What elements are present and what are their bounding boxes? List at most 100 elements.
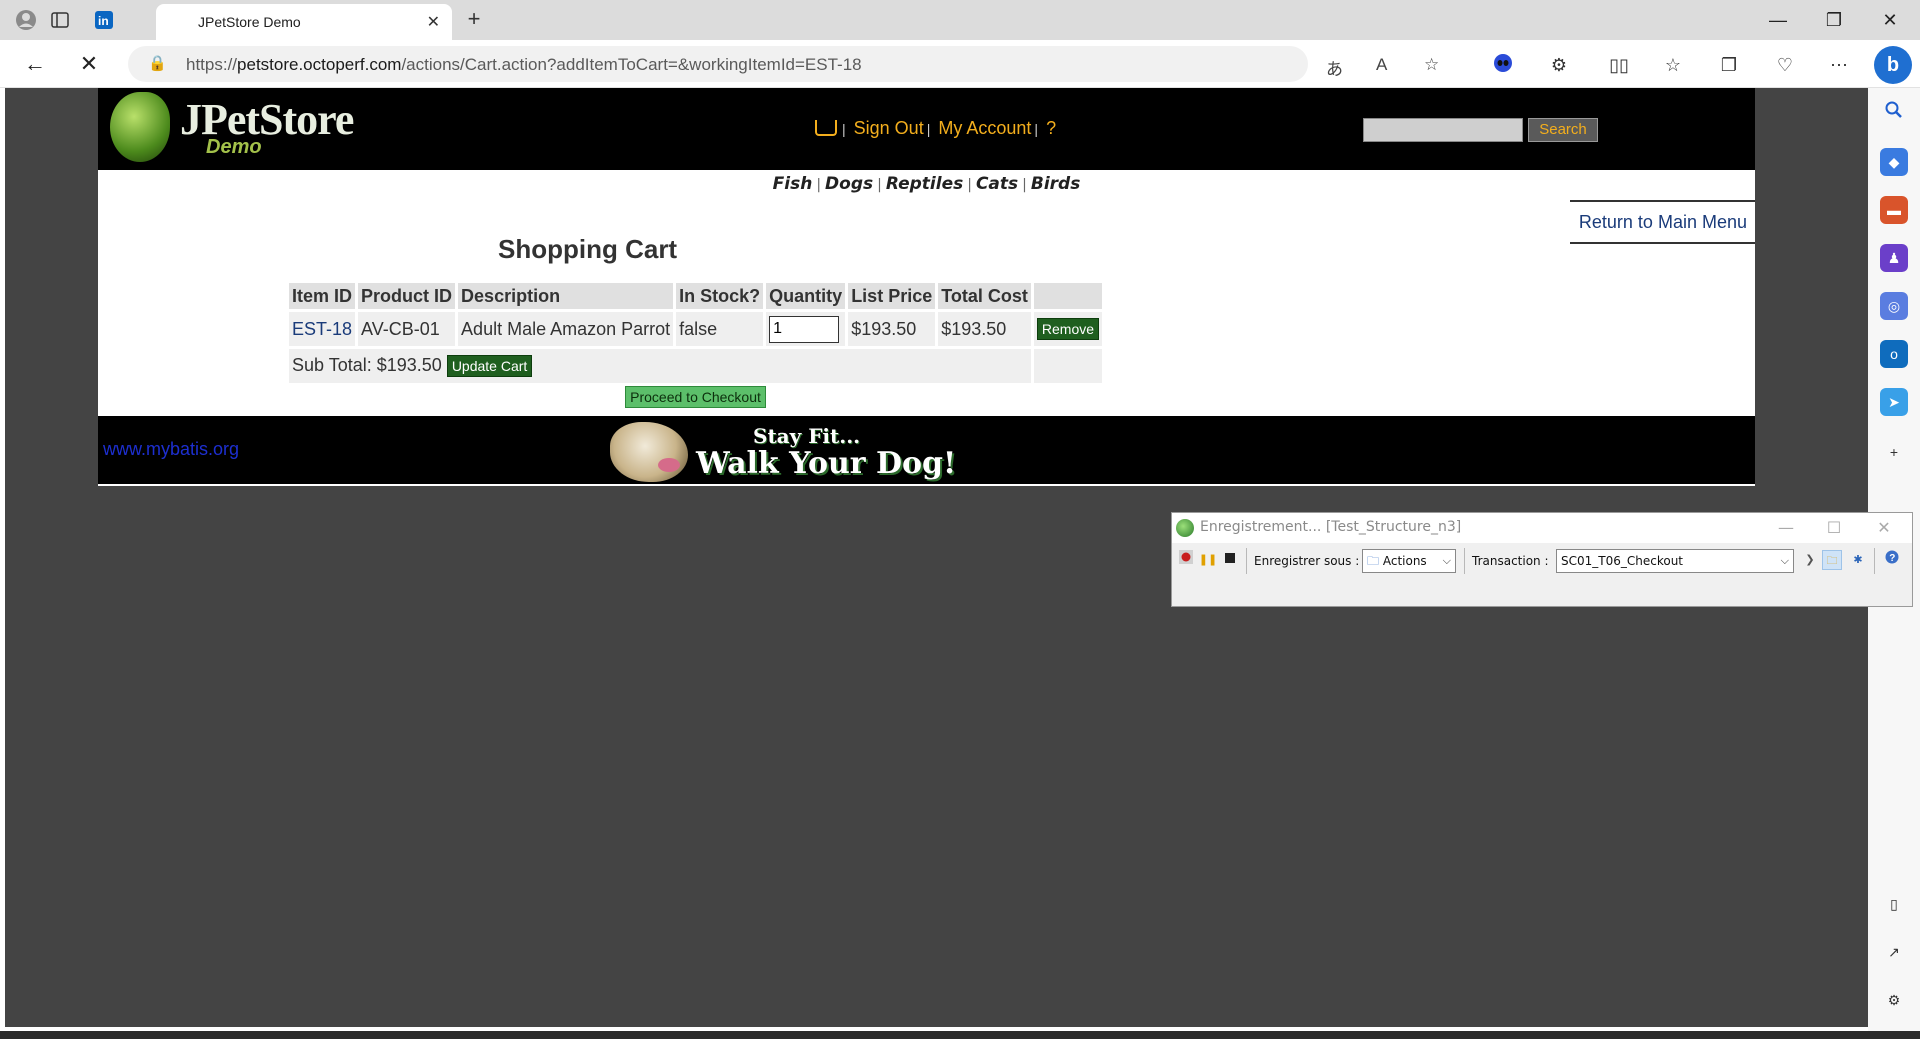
record-icon[interactable]: [1176, 550, 1196, 570]
lock-icon[interactable]: 🔒: [148, 54, 167, 72]
restore-button[interactable]: ❐: [1806, 4, 1862, 36]
dog-image: [610, 422, 688, 482]
recorder-close-button[interactable]: ✕: [1864, 515, 1904, 541]
mybatis-link[interactable]: www.mybatis.org: [103, 439, 239, 460]
recorder-maximize-button[interactable]: ☐: [1814, 515, 1854, 541]
profile-icon[interactable]: [12, 6, 40, 34]
proceed-to-checkout-button[interactable]: Proceed to Checkout: [625, 386, 766, 408]
menu-separator: |: [926, 121, 931, 137]
quicklink-separator: |: [816, 177, 822, 193]
extension-alien-icon[interactable]: [1490, 53, 1516, 79]
my-account-link[interactable]: My Account: [938, 118, 1031, 138]
save-as-select[interactable]: 🗀 Actions ⌵: [1362, 549, 1456, 573]
menu-separator: |: [1034, 121, 1039, 137]
quicklink-cats[interactable]: Cats: [974, 174, 1020, 194]
drop-send-icon[interactable]: ➤: [1880, 388, 1908, 416]
microsoft-365-icon[interactable]: ◎: [1880, 292, 1908, 320]
save-as-value: Actions: [1382, 554, 1427, 568]
item-id-cell[interactable]: EST-18: [289, 312, 356, 346]
cart-header-row: Item ID Product ID Description In Stock?…: [289, 283, 1103, 309]
recorder-window: Enregistrement... [Test_Structure_n3] — …: [1171, 512, 1913, 607]
next-transaction-icon[interactable]: ❯: [1800, 550, 1820, 570]
site-logo[interactable]: JPetStore Demo: [110, 92, 360, 166]
copilot-icon[interactable]: b: [1874, 46, 1912, 84]
table-row: EST-18 AV-CB-01 Adult Male Amazon Parrot…: [289, 312, 1103, 346]
add-sidebar-item-icon[interactable]: +: [1880, 438, 1908, 466]
logo-demo: Demo: [206, 136, 262, 158]
transaction-label: Transaction :: [1472, 554, 1549, 568]
chevron-down-icon: ⌵: [1442, 554, 1451, 567]
col-product-id: Product ID: [358, 283, 456, 309]
search-button[interactable]: Search: [1528, 118, 1598, 142]
banner-line2: Walk Your Dog!: [696, 446, 957, 481]
close-window-button[interactable]: ✕: [1862, 4, 1918, 36]
url-field[interactable]: 🔒 https://petstore.octoperf.com/actions/…: [128, 46, 1439, 82]
svg-text:?: ?: [1889, 553, 1895, 564]
tab-strip: in JPetStore Demo ✕ + — ❐ ✕: [0, 0, 1920, 40]
header-menu: | Sign Out | My Account | ?: [815, 118, 1056, 139]
favorite-star-icon[interactable]: ☆: [1424, 55, 1439, 75]
search-input[interactable]: [1363, 118, 1523, 142]
extensions-puzzle-icon[interactable]: ⚙: [1546, 53, 1572, 79]
stop-icon[interactable]: [1220, 550, 1240, 570]
pause-icon[interactable]: ❚❚: [1198, 550, 1218, 570]
category-quicklinks: Fish | Dogs | Reptiles | Cats | Birds: [98, 174, 1755, 194]
close-tab-icon[interactable]: ✕: [427, 12, 440, 32]
dog-tongue: [658, 458, 680, 472]
help-link[interactable]: ?: [1046, 118, 1056, 138]
recorder-minimize-button[interactable]: —: [1766, 515, 1806, 541]
translate-icon[interactable]: あ: [1326, 55, 1343, 80]
read-aloud-icon[interactable]: A: [1376, 55, 1387, 75]
favorites-icon[interactable]: ☆: [1660, 53, 1686, 79]
quicklink-birds[interactable]: Birds: [1029, 174, 1082, 194]
quicklink-separator: |: [877, 177, 882, 193]
recorder-logo-icon: [1176, 519, 1194, 537]
quicklink-reptiles[interactable]: Reptiles: [884, 174, 965, 194]
recorder-titlebar[interactable]: Enregistrement... [Test_Structure_n3] — …: [1172, 513, 1912, 543]
browser-essentials-icon[interactable]: ♡: [1772, 53, 1798, 79]
recorder-toolbar: ❚❚ Enregistrer sous : 🗀 Actions ⌵ Transa…: [1172, 544, 1912, 578]
back-button[interactable]: ←: [20, 50, 50, 80]
more-menu-icon[interactable]: ⋯: [1826, 53, 1852, 79]
search-icon[interactable]: [1880, 100, 1908, 128]
update-cart-button[interactable]: Update Cart: [446, 355, 533, 377]
folder-icon: 🗀: [1367, 554, 1380, 568]
quicklink-fish[interactable]: Fish: [771, 174, 815, 194]
split-screen-icon[interactable]: ▯▯: [1606, 53, 1632, 79]
stop-loading-button[interactable]: ✕: [74, 50, 104, 80]
quantity-input[interactable]: [769, 315, 840, 343]
open-folder-icon[interactable]: 🗀: [1822, 550, 1842, 570]
description-cell: Adult Male Amazon Parrot: [458, 312, 674, 346]
outlook-icon[interactable]: o: [1880, 340, 1908, 368]
tools-briefcase-icon[interactable]: ▬: [1880, 196, 1908, 224]
svg-text:in: in: [98, 14, 109, 28]
cart-table: Item ID Product ID Description In Stock?…: [286, 280, 1105, 411]
hide-sidebar-icon[interactable]: ▯: [1880, 890, 1908, 918]
shopping-tag-icon[interactable]: ◆: [1880, 148, 1908, 176]
new-tab-button[interactable]: +: [460, 6, 488, 34]
quantity-cell: [766, 312, 846, 346]
active-tab[interactable]: JPetStore Demo ✕: [156, 4, 452, 40]
target-icon[interactable]: ✱: [1848, 550, 1868, 570]
help-icon[interactable]: ?: [1882, 550, 1902, 570]
quicklink-separator: |: [967, 177, 972, 193]
transaction-select[interactable]: SC01_T06_Checkout ⌵: [1556, 549, 1794, 573]
minimize-button[interactable]: —: [1750, 4, 1806, 36]
remove-button[interactable]: Remove: [1036, 318, 1100, 340]
remove-cell: Remove: [1033, 312, 1103, 346]
cart-icon[interactable]: [815, 120, 837, 136]
item-id-link[interactable]: EST-18: [292, 319, 352, 339]
tab-actions-icon[interactable]: [46, 6, 74, 34]
recorder-title: Enregistrement... [Test_Structure_n3]: [1200, 519, 1462, 535]
sign-out-link[interactable]: Sign Out: [854, 118, 924, 138]
open-external-icon[interactable]: ↗: [1880, 938, 1908, 966]
toolbar-divider: [1246, 548, 1247, 574]
quicklink-dogs[interactable]: Dogs: [823, 174, 875, 194]
return-to-main-menu-link[interactable]: Return to Main Menu: [1570, 200, 1755, 244]
settings-gear-icon[interactable]: ⚙: [1880, 986, 1908, 1014]
collections-icon[interactable]: ❐: [1716, 53, 1742, 79]
subtotal-cell: Sub Total: $193.50 Update Cart: [289, 349, 1031, 383]
banner-line1: Stay Fit...: [753, 424, 861, 448]
games-icon[interactable]: ♟: [1880, 244, 1908, 272]
linkedin-tab-icon[interactable]: in: [90, 6, 118, 34]
